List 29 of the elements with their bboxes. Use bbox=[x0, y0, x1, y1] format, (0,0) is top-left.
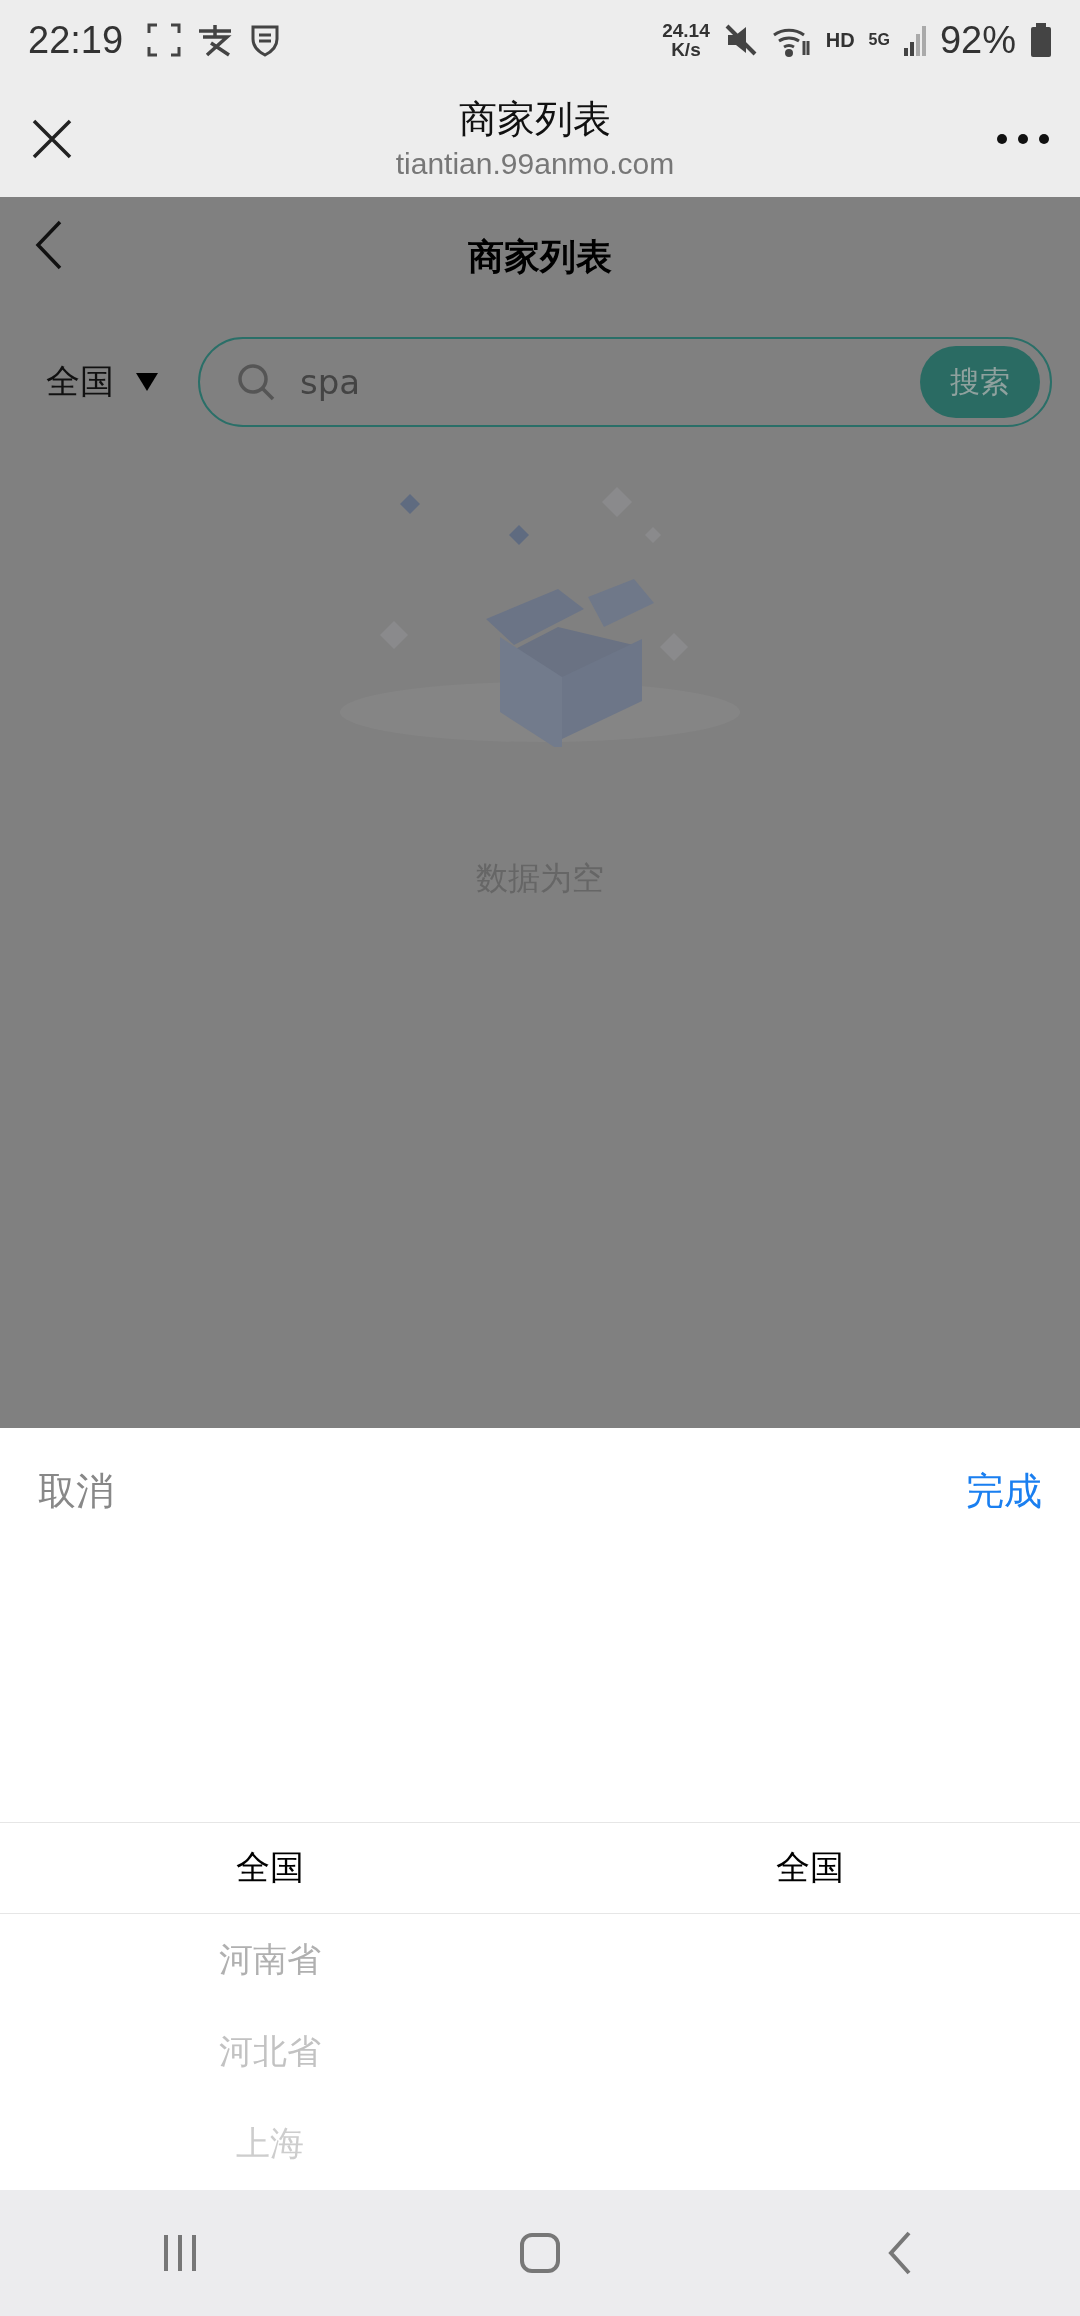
back-icon[interactable] bbox=[887, 2231, 913, 2275]
browser-title: 商家列表 bbox=[459, 95, 611, 143]
battery-level: 92% bbox=[939, 18, 1016, 62]
page-url: tiantian.99anmo.com bbox=[395, 145, 675, 182]
page-title: 商家列表 bbox=[468, 234, 612, 279]
network-speed: 24.14 bbox=[662, 21, 710, 40]
back-icon[interactable] bbox=[34, 219, 64, 271]
mute-icon bbox=[723, 23, 758, 57]
clock: 22:19 bbox=[28, 18, 124, 62]
hd-label: HD bbox=[825, 28, 855, 51]
network-label: 5G bbox=[868, 31, 890, 48]
search-icon bbox=[236, 362, 276, 402]
home-icon[interactable] bbox=[519, 2232, 561, 2274]
signal-icon bbox=[903, 24, 926, 56]
done-button[interactable]: 完成 bbox=[966, 1465, 1042, 1517]
region-dropdown[interactable]: 全国 bbox=[46, 359, 158, 405]
cancel-button[interactable]: 取消 bbox=[38, 1465, 114, 1517]
more-icon[interactable] bbox=[996, 131, 1050, 146]
caret-icon bbox=[136, 373, 158, 391]
picker-option[interactable]: 河南省 bbox=[219, 1937, 321, 1983]
picker-option[interactable]: 全国 bbox=[236, 1845, 304, 1891]
screenshot-icon bbox=[147, 23, 182, 57]
search-field[interactable]: spa 搜索 bbox=[198, 337, 1052, 427]
network-speed-unit: K/s bbox=[671, 40, 701, 59]
battery-icon bbox=[1030, 23, 1052, 57]
picker-option[interactable]: 全国 bbox=[776, 1845, 844, 1891]
shield-icon bbox=[249, 23, 282, 57]
search-button[interactable]: 搜索 bbox=[920, 346, 1040, 418]
picker-option[interactable]: 河北省 bbox=[219, 2029, 321, 2075]
